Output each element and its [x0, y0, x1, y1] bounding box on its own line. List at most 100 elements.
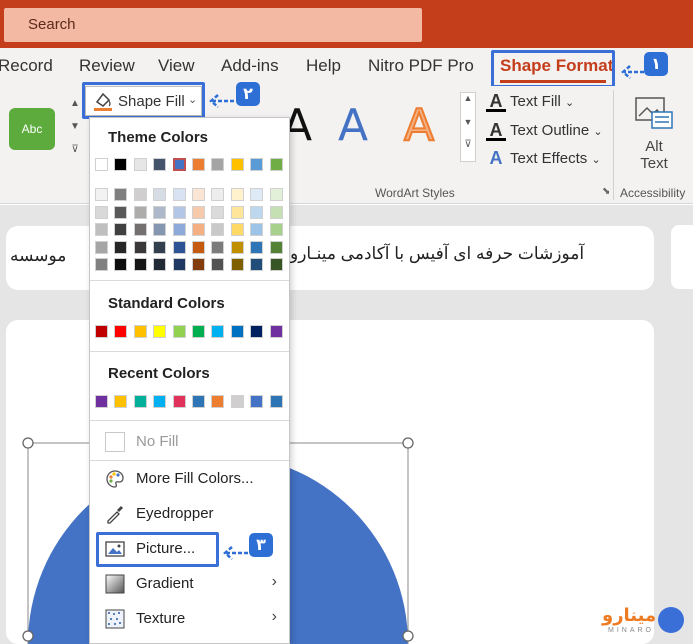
theme-shade-swatch[interactable]: [172, 258, 186, 271]
theme-shade-swatch[interactable]: [133, 258, 147, 271]
text-fill-button[interactable]: A Text Fill ⌄: [486, 92, 574, 112]
theme-shade-swatch[interactable]: [250, 258, 264, 271]
next-slide-edge[interactable]: [671, 225, 693, 289]
theme-color-swatch[interactable]: [172, 158, 186, 171]
recent-color-swatch[interactable]: [172, 395, 186, 408]
search-box[interactable]: Search: [4, 8, 422, 42]
tab-nitro-pdf-pro[interactable]: Nitro PDF Pro: [368, 56, 474, 76]
theme-shade-swatch[interactable]: [250, 240, 264, 254]
alt-text-button[interactable]: Alt Text: [628, 96, 680, 172]
theme-shade-swatch[interactable]: [230, 240, 244, 254]
tab-help[interactable]: Help: [306, 56, 341, 76]
theme-shade-swatch[interactable]: [172, 205, 186, 219]
standard-color-swatch[interactable]: [114, 325, 128, 338]
theme-shade-swatch[interactable]: [230, 258, 244, 271]
more-styles-icon[interactable]: ⊽: [68, 140, 82, 160]
standard-color-swatch[interactable]: [211, 325, 225, 338]
theme-shade-swatch[interactable]: [114, 240, 128, 254]
theme-shade-swatch[interactable]: [133, 205, 147, 219]
theme-color-swatch[interactable]: [114, 158, 128, 171]
theme-shade-swatch[interactable]: [95, 205, 108, 219]
standard-color-swatch[interactable]: [172, 325, 186, 338]
standard-color-swatch[interactable]: [192, 325, 205, 338]
theme-shade-swatch[interactable]: [211, 205, 225, 219]
eyedropper-item[interactable]: Eyedropper: [91, 497, 289, 531]
theme-shade-swatch[interactable]: [192, 223, 205, 236]
recent-color-swatch[interactable]: [211, 395, 225, 408]
theme-color-swatch[interactable]: [153, 158, 167, 171]
texture-item[interactable]: Texture ›: [91, 602, 289, 636]
theme-shade-swatch[interactable]: [269, 205, 283, 219]
theme-shade-swatch[interactable]: [211, 188, 225, 201]
theme-color-swatch[interactable]: [250, 158, 264, 171]
recent-color-swatch[interactable]: [114, 395, 128, 408]
theme-shade-swatch[interactable]: [211, 240, 225, 254]
theme-shade-swatch[interactable]: [250, 223, 264, 236]
chevron-up-icon[interactable]: ▲: [461, 93, 475, 103]
theme-shade-swatch[interactable]: [133, 223, 147, 236]
theme-shade-swatch[interactable]: [114, 188, 128, 201]
recent-color-swatch[interactable]: [133, 395, 147, 408]
recent-color-swatch[interactable]: [153, 395, 167, 408]
theme-color-swatch[interactable]: [95, 158, 108, 171]
recent-color-swatch[interactable]: [192, 395, 205, 408]
recent-color-swatch[interactable]: [269, 395, 283, 408]
theme-color-swatch[interactable]: [192, 158, 205, 171]
standard-color-swatch[interactable]: [133, 325, 147, 338]
dialog-launcher-icon[interactable]: ⬊: [602, 186, 610, 197]
text-outline-button[interactable]: A Text Outline ⌄: [486, 121, 603, 141]
theme-shade-swatch[interactable]: [269, 240, 283, 254]
theme-shade-swatch[interactable]: [153, 258, 167, 271]
theme-shade-swatch[interactable]: [95, 188, 108, 201]
chevron-down-icon[interactable]: ▼: [68, 117, 82, 137]
chevron-up-icon[interactable]: ▲: [68, 94, 82, 114]
theme-shade-swatch[interactable]: [172, 223, 186, 236]
resize-handle[interactable]: [22, 437, 34, 449]
gradient-item[interactable]: Gradient ›: [91, 567, 289, 601]
theme-shade-swatch[interactable]: [95, 240, 108, 254]
theme-shade-swatch[interactable]: [114, 223, 128, 236]
theme-shade-swatch[interactable]: [250, 188, 264, 201]
no-fill-item[interactable]: No Fill: [91, 425, 289, 459]
theme-shade-swatch[interactable]: [153, 188, 167, 201]
wordart-style-blue[interactable]: A: [338, 100, 368, 151]
theme-shade-swatch[interactable]: [192, 205, 205, 219]
shape-style-preview[interactable]: Abc: [9, 108, 55, 150]
theme-shade-swatch[interactable]: [153, 240, 167, 254]
resize-handle[interactable]: [22, 630, 34, 642]
theme-shade-swatch[interactable]: [269, 188, 283, 201]
more-styles-icon[interactable]: ⊽: [461, 139, 475, 150]
theme-shade-swatch[interactable]: [230, 205, 244, 219]
standard-color-swatch[interactable]: [95, 325, 108, 338]
standard-color-swatch[interactable]: [230, 325, 244, 338]
tab-record[interactable]: Record: [0, 56, 53, 76]
theme-shade-swatch[interactable]: [230, 188, 244, 201]
resize-handle[interactable]: [402, 630, 414, 642]
theme-shade-swatch[interactable]: [95, 223, 108, 236]
theme-color-swatch[interactable]: [269, 158, 283, 171]
recent-color-swatch[interactable]: [230, 395, 244, 408]
theme-color-swatch[interactable]: [211, 158, 225, 171]
theme-shade-swatch[interactable]: [133, 240, 147, 254]
chevron-down-icon[interactable]: ▼: [461, 117, 475, 127]
text-effects-button[interactable]: A Text Effects ⌄: [486, 149, 601, 169]
theme-shade-swatch[interactable]: [211, 258, 225, 271]
wordart-style-orange-outline[interactable]: A: [403, 99, 435, 152]
theme-shade-swatch[interactable]: [211, 223, 225, 236]
standard-color-swatch[interactable]: [250, 325, 264, 338]
more-fill-colors-item[interactable]: More Fill Colors...: [91, 462, 289, 496]
standard-color-swatch[interactable]: [269, 325, 283, 338]
recent-color-swatch[interactable]: [250, 395, 264, 408]
theme-shade-swatch[interactable]: [114, 205, 128, 219]
theme-shade-swatch[interactable]: [269, 223, 283, 236]
recent-color-swatch[interactable]: [95, 395, 108, 408]
theme-shade-swatch[interactable]: [172, 240, 186, 254]
theme-shade-swatch[interactable]: [153, 223, 167, 236]
theme-shade-swatch[interactable]: [192, 258, 205, 271]
theme-shade-swatch[interactable]: [269, 258, 283, 271]
theme-shade-swatch[interactable]: [230, 223, 244, 236]
tab-view[interactable]: View: [158, 56, 195, 76]
tab-add-ins[interactable]: Add-ins: [221, 56, 279, 76]
theme-shade-swatch[interactable]: [192, 188, 205, 201]
theme-shade-swatch[interactable]: [153, 205, 167, 219]
